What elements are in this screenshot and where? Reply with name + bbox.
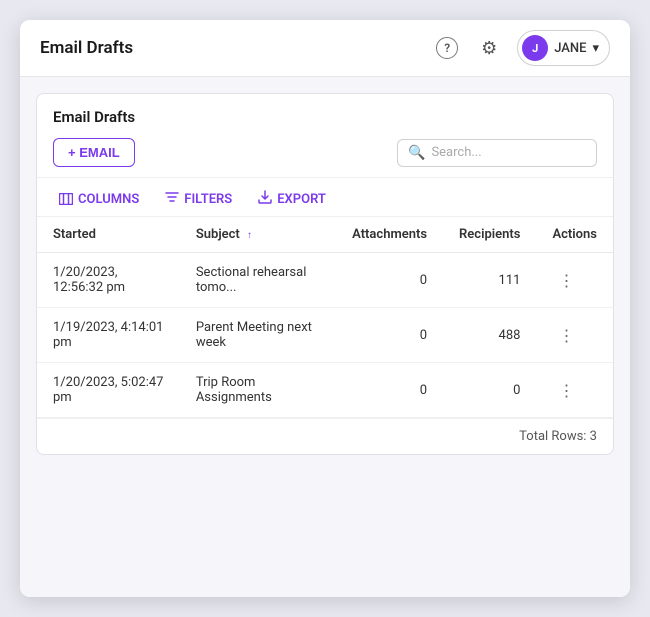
filters-icon [165,191,179,207]
user-name: JANE [554,41,586,56]
title-bar-actions: ? ⚙ J JANE ▾ [433,30,610,66]
title-bar: Email Drafts ? ⚙ J JANE ▾ [20,20,630,77]
main-window: Email Drafts ? ⚙ J JANE ▾ Email Drafts [20,20,630,597]
sort-icon: ↑ [247,230,252,241]
cell-recipients: 488 [443,308,536,363]
col-started[interactable]: Started [37,217,180,253]
search-box[interactable]: 🔍 Search... [397,139,597,167]
search-placeholder: Search... [431,145,481,160]
search-icon: 🔍 [408,145,425,161]
filters-label: FILTERS [184,192,232,207]
more-button[interactable]: ⋮ [552,379,580,402]
table-body: 1/20/2023, 12:56:32 pm Sectional rehears… [37,253,613,418]
col-subject[interactable]: Subject ↑ [180,217,336,253]
cell-recipients: 111 [443,253,536,308]
filters-button[interactable]: FILTERS [159,187,238,211]
table-row: 1/19/2023, 4:14:01 pm Parent Meeting nex… [37,308,613,363]
drafts-table: Started Subject ↑ Attachments Recipients [37,217,613,418]
email-button[interactable]: + EMAIL [53,138,135,167]
cell-actions: ⋮ [536,308,613,363]
export-button[interactable]: EXPORT [252,186,332,212]
cell-started: 1/20/2023, 5:02:47 pm [37,363,180,418]
user-menu[interactable]: J JANE ▾ [517,30,610,66]
cell-attachments: 0 [336,308,443,363]
columns-button[interactable]: COLUMNS [53,188,145,211]
cell-attachments: 0 [336,363,443,418]
cell-started: 1/19/2023, 4:14:01 pm [37,308,180,363]
cell-subject: Sectional rehearsal tomo... [180,253,336,308]
export-icon [258,190,272,208]
toolbar-left: + EMAIL [53,138,135,167]
window-title: Email Drafts [40,38,133,58]
toolbar-actions: COLUMNS FILTERS [37,178,613,217]
help-button[interactable]: ? [433,34,461,62]
more-button[interactable]: ⋮ [552,324,580,347]
panel-title: Email Drafts [53,108,597,126]
col-actions: Actions [536,217,613,253]
export-label: EXPORT [277,192,326,207]
cell-attachments: 0 [336,253,443,308]
cell-recipients: 0 [443,363,536,418]
cell-actions: ⋮ [536,253,613,308]
toolbar: + EMAIL 🔍 Search... [53,138,597,167]
cell-subject: Trip Room Assignments [180,363,336,418]
help-icon: ? [436,37,458,59]
table-row: 1/20/2023, 5:02:47 pm Trip Room Assignme… [37,363,613,418]
cell-actions: ⋮ [536,363,613,418]
avatar: J [522,35,548,61]
table-header: Started Subject ↑ Attachments Recipients [37,217,613,253]
content-area: Email Drafts + EMAIL 🔍 Search... [20,77,630,597]
panel-header: Email Drafts + EMAIL 🔍 Search... [37,94,613,178]
columns-icon [59,193,73,205]
chevron-down-icon: ▾ [592,41,599,56]
settings-button[interactable]: ⚙ [475,34,503,62]
cell-subject: Parent Meeting next week [180,308,336,363]
columns-label: COLUMNS [78,192,139,207]
more-button[interactable]: ⋮ [552,269,580,292]
toolbar-right: 🔍 Search... [397,139,597,167]
col-attachments[interactable]: Attachments [336,217,443,253]
cell-started: 1/20/2023, 12:56:32 pm [37,253,180,308]
col-recipients[interactable]: Recipients [443,217,536,253]
table-row: 1/20/2023, 12:56:32 pm Sectional rehears… [37,253,613,308]
total-rows: Total Rows: 3 [519,429,597,444]
table-footer: Total Rows: 3 [37,418,613,454]
email-drafts-panel: Email Drafts + EMAIL 🔍 Search... [36,93,614,455]
